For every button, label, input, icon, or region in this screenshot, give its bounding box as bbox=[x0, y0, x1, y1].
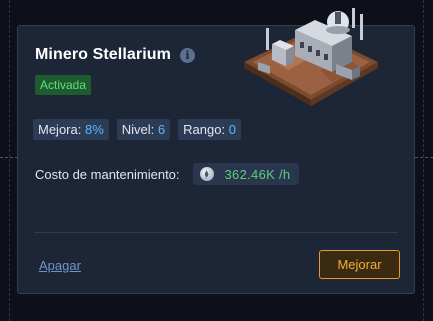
info-icon[interactable]: i bbox=[179, 47, 195, 63]
stat-rank: Rango: 0 bbox=[178, 119, 241, 140]
stat-upgrade: Mejora: 8% bbox=[33, 119, 109, 140]
stat-level-value: 6 bbox=[157, 122, 166, 137]
status-badge: Activada bbox=[35, 75, 92, 95]
grid-line-vertical-right bbox=[423, 0, 424, 321]
building-title: Minero Stellarium bbox=[35, 46, 171, 63]
page-background: Minero Stellarium i Activada Mejora: 8% … bbox=[0, 0, 433, 321]
stat-rank-label: Rango: bbox=[183, 122, 226, 137]
observatory-building-image bbox=[244, 8, 378, 106]
maintenance-cost-value: 362.46K /h bbox=[224, 166, 291, 182]
maintenance-cost-row: Costo de mantenimiento: 362.46K /h bbox=[35, 163, 300, 185]
maintenance-cost-label: Costo de mantenimiento: bbox=[35, 166, 180, 182]
divider bbox=[34, 232, 398, 233]
stat-level-label: Nivel: bbox=[121, 122, 155, 137]
stat-upgrade-label: Mejora: bbox=[38, 122, 82, 137]
stat-level: Nivel: 6 bbox=[116, 119, 171, 140]
grid-line-vertical-left bbox=[9, 0, 10, 321]
upgrade-button[interactable]: Mejorar bbox=[319, 250, 400, 279]
stat-upgrade-value: 8% bbox=[84, 122, 104, 137]
title-row: Minero Stellarium i bbox=[35, 46, 195, 64]
maintenance-cost-chip: 362.46K /h bbox=[192, 163, 300, 185]
turn-off-link[interactable]: Apagar bbox=[39, 258, 81, 273]
stat-rank-value: 0 bbox=[228, 122, 236, 137]
silver-coin-icon bbox=[199, 167, 214, 181]
stats-row: Mejora: 8% Nivel: 6 Rango: 0 bbox=[33, 119, 249, 140]
